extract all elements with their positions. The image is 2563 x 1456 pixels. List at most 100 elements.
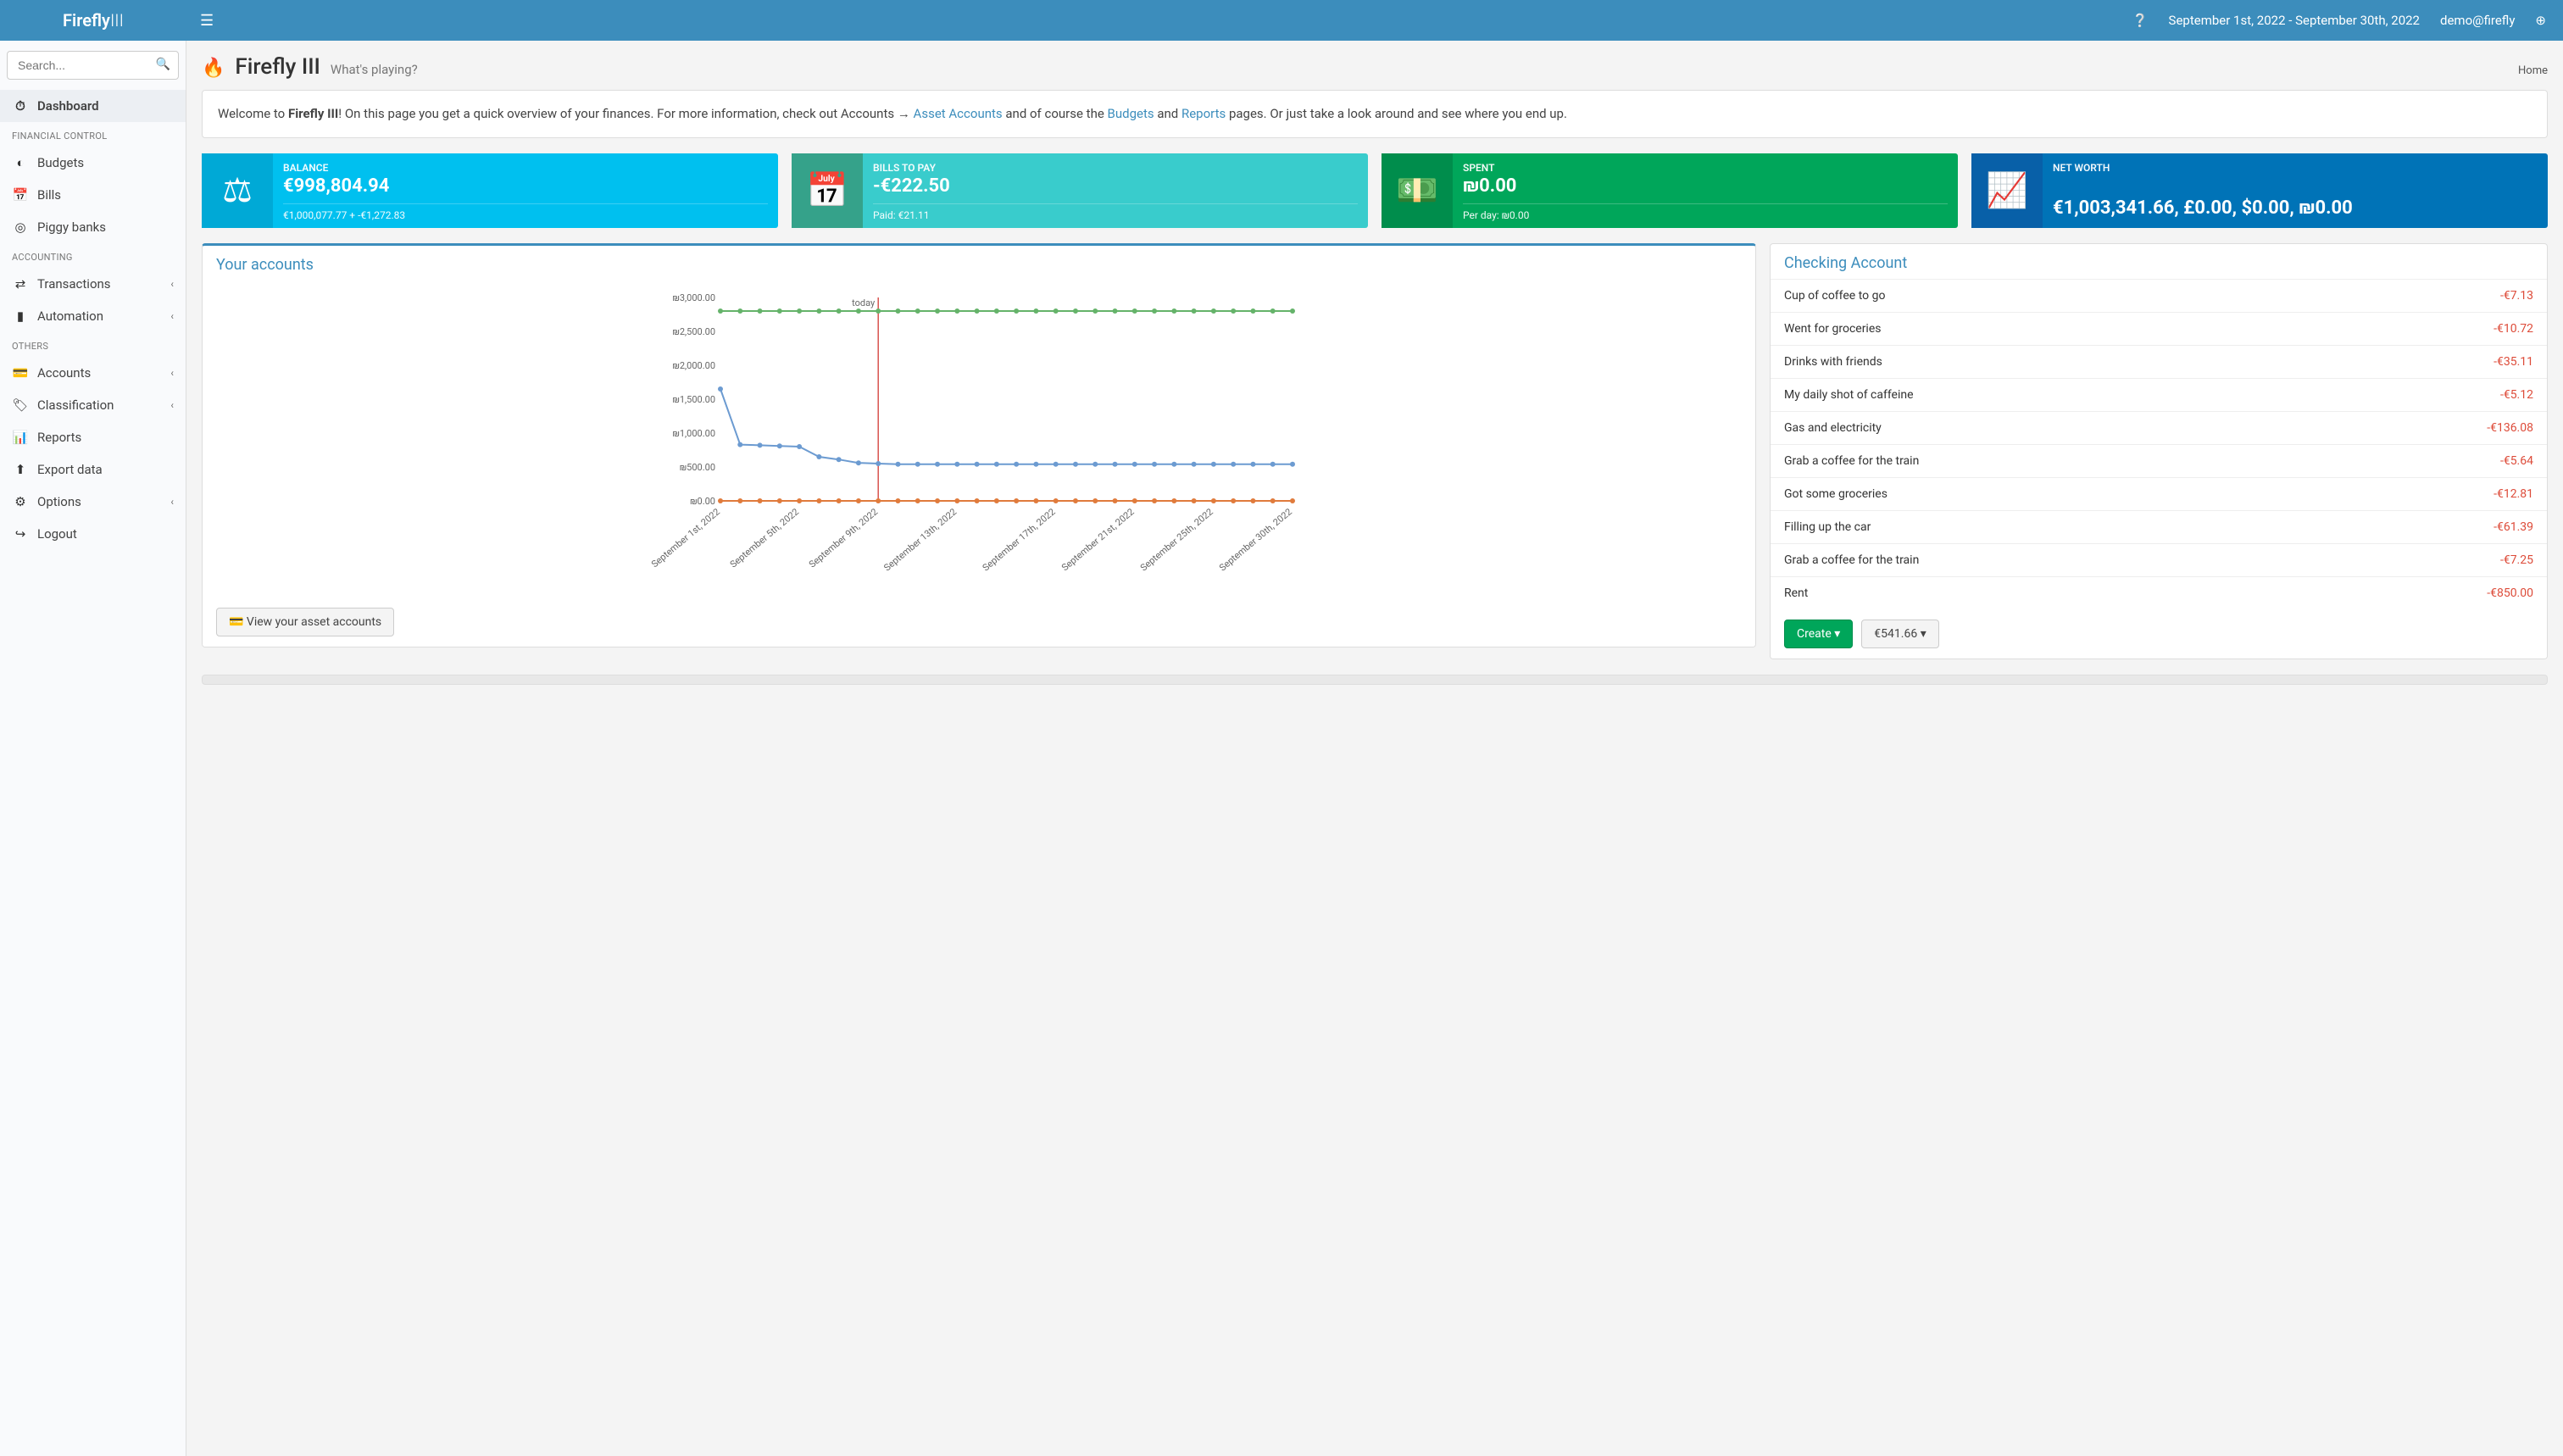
user-menu[interactable]: demo@firefly [2440, 13, 2515, 28]
sidebar-item-classification[interactable]: 🏷Classification‹ [0, 389, 186, 421]
transaction-label: Grab a coffee for the train [1784, 553, 1919, 567]
transaction-row[interactable]: Got some groceries -€12.81 [1771, 477, 2547, 510]
sidebar-item-logout[interactable]: ↪Logout [0, 518, 186, 550]
svg-text:₪1,500.00: ₪1,500.00 [672, 394, 715, 405]
transaction-amount: -€7.13 [2500, 289, 2533, 303]
sidebar-item-piggy-banks[interactable]: ◎Piggy banks [0, 211, 186, 243]
sidebar-item-accounts[interactable]: 💳 Accounts ‹ [0, 357, 186, 389]
transaction-row[interactable]: Cup of coffee to go -€7.13 [1771, 279, 2547, 312]
sidebar-item-options[interactable]: ⚙Options‹ [0, 486, 186, 518]
info-box-spent[interactable]: 💵 SPENT ₪0.00 Per day: ₪0.00 [1382, 153, 1958, 228]
chevron-left-icon: ‹ [170, 399, 174, 411]
your-accounts-panel: Your accounts ₪0.00₪500.00₪1,000.00₪1,50… [202, 243, 1756, 647]
sidebar-item-icon: ⇄ [12, 276, 29, 292]
transaction-label: Cup of coffee to go [1784, 289, 1885, 303]
svg-text:September 13th, 2022: September 13th, 2022 [881, 506, 959, 573]
transaction-label: Rent [1784, 586, 1808, 600]
checking-account-panel: Checking Account Cup of coffee to go -€7.… [1770, 243, 2548, 659]
transaction-label: Gas and electricity [1784, 421, 1882, 435]
search-icon[interactable]: 🔍 [156, 58, 170, 71]
horizontal-scrollbar[interactable] [202, 675, 2548, 685]
chevron-left-icon: ‹ [170, 310, 174, 322]
caret-down-icon: ▾ [1921, 627, 1926, 641]
transaction-amount: -€7.25 [2500, 553, 2533, 567]
sidebar-toggle[interactable]: ☰ [186, 12, 227, 30]
sidebar-section-header: OTHERS [0, 332, 186, 357]
svg-text:September 9th, 2022: September 9th, 2022 [807, 506, 880, 570]
money-icon: 💵 [1382, 153, 1453, 228]
svg-text:₪500.00: ₪500.00 [680, 462, 715, 473]
chevron-left-icon: ‹ [170, 496, 174, 508]
sidebar-item-automation[interactable]: ▮ Automation ‹ [0, 300, 186, 332]
sidebar-item-label: Reports [37, 430, 81, 445]
transaction-row[interactable]: My daily shot of caffeine -€5.12 [1771, 378, 2547, 411]
create-button[interactable]: Create ▾ [1784, 620, 1853, 648]
svg-text:₪2,500.00: ₪2,500.00 [672, 326, 715, 337]
svg-text:today: today [852, 297, 876, 308]
transaction-label: My daily shot of caffeine [1784, 388, 1914, 402]
transaction-row[interactable]: Rent-€850.00 [1771, 576, 2547, 609]
sidebar-item-icon: ⏱ [12, 98, 29, 114]
sidebar-item-icon: ⬆ [12, 462, 29, 477]
checking-panel-title[interactable]: Checking Account [1771, 244, 2547, 279]
svg-text:September 30th, 2022: September 30th, 2022 [1217, 506, 1294, 573]
transaction-row[interactable]: Grab a coffee for the train-€5.64 [1771, 444, 2547, 477]
transaction-amount: -€5.12 [2500, 388, 2533, 402]
transaction-row[interactable]: Filling up the car-€61.39 [1771, 510, 2547, 543]
balance-dropdown-button[interactable]: €541.66 ▾ [1861, 620, 1938, 648]
wallet-icon: 💳 [229, 615, 243, 629]
sidebar-item-bills[interactable]: 📅Bills [0, 179, 186, 211]
transaction-amount: -€5.64 [2500, 454, 2533, 468]
transaction-row[interactable]: Went for groceries-€10.72 [1771, 312, 2547, 345]
welcome-callout: Welcome to Firefly III! On this page you… [202, 90, 2548, 138]
svg-text:₪2,000.00: ₪2,000.00 [672, 360, 715, 371]
sidebar-item-label: Automation [37, 308, 103, 324]
svg-text:September 25th, 2022: September 25th, 2022 [1138, 506, 1215, 573]
transaction-row[interactable]: Grab a coffee for the train -€7.25 [1771, 543, 2547, 576]
sidebar-item-label: Budgets [37, 155, 84, 170]
link-reports[interactable]: Reports [1181, 106, 1226, 121]
page-subtitle: What's playing? [331, 62, 418, 77]
link-budgets[interactable]: Budgets [1108, 106, 1154, 121]
info-box-bills[interactable]: 📅 BILLS TO PAY -€222.50 Paid: €21.11 [792, 153, 1368, 228]
chevron-left-icon: ‹ [170, 278, 174, 290]
transaction-amount: -€12.81 [2494, 487, 2533, 501]
sidebar-item-dashboard[interactable]: ⏱ Dashboard [0, 90, 186, 122]
page-title: Firefly III [235, 54, 320, 80]
trend-icon: 📈 [1971, 153, 2043, 228]
link-asset-accounts[interactable]: Asset Accounts [914, 106, 1003, 121]
info-box-networth[interactable]: 📈 NET WORTH €1,003,341.66, £0.00, $0.00,… [1971, 153, 2548, 228]
caret-down-icon: ▾ [1834, 627, 1840, 641]
breadcrumb[interactable]: Home [2518, 64, 2548, 77]
sidebar-section-header: ACCOUNTING [0, 243, 186, 268]
balance-icon: ⚖ [202, 153, 273, 228]
search-input[interactable] [7, 51, 179, 80]
view-asset-accounts-button[interactable]: 💳 View your asset accounts [216, 608, 394, 636]
add-icon[interactable]: ⊕ [2535, 13, 2546, 28]
transaction-amount: -€10.72 [2494, 322, 2533, 336]
svg-text:₪3,000.00: ₪3,000.00 [672, 292, 715, 303]
info-box-balance[interactable]: ⚖ BALANCE €998,804.94 €1,000,077.77 + -€… [202, 153, 778, 228]
sidebar-item-reports[interactable]: 📊Reports [0, 421, 186, 453]
help-icon[interactable]: ❔ [2132, 13, 2149, 28]
chevron-left-icon: ‹ [170, 367, 174, 379]
transaction-label: Got some groceries [1784, 487, 1888, 501]
sidebar-item-icon: 📅 [12, 187, 29, 203]
calendar-icon: 📅 [792, 153, 863, 228]
sidebar-item-transactions[interactable]: ⇄Transactions‹ [0, 268, 186, 300]
date-range-picker[interactable]: September 1st, 2022 - September 30th, 20… [2169, 13, 2420, 28]
sidebar-item-export-data[interactable]: ⬆Export data [0, 453, 186, 486]
transaction-row[interactable]: Gas and electricity-€136.08 [1771, 411, 2547, 444]
accounts-chart: ₪0.00₪500.00₪1,000.00₪1,500.00₪2,000.00₪… [216, 289, 1742, 577]
sidebar-item-label: Dashboard [37, 98, 99, 114]
svg-text:September 1st, 2022: September 1st, 2022 [649, 506, 722, 570]
sidebar-item-budgets[interactable]: ◐Budgets [0, 147, 186, 179]
svg-text:September 17th, 2022: September 17th, 2022 [981, 506, 1058, 573]
sidebar-item-label: Accounts [37, 365, 91, 381]
sidebar-item-icon: 💳 [12, 365, 29, 381]
accounts-panel-title[interactable]: Your accounts [203, 246, 1755, 281]
sidebar-item-icon: ▮ [12, 308, 29, 324]
transaction-row[interactable]: Drinks with friends-€35.11 [1771, 345, 2547, 378]
app-logo[interactable]: FireflyIII [0, 10, 186, 31]
sidebar: 🔍 ⏱DashboardFINANCIAL CONTROL◐Budgets📅Bi… [0, 41, 186, 1456]
